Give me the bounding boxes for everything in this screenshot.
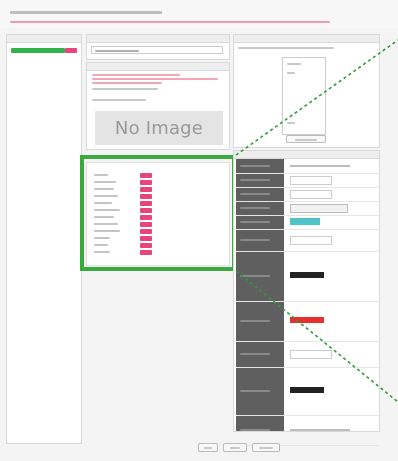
property-label <box>240 353 270 355</box>
settings-select-list[interactable] <box>282 57 326 135</box>
no-image-text: No Image <box>114 117 204 139</box>
page-title <box>10 11 162 14</box>
property-label <box>240 179 270 181</box>
preview-button[interactable] <box>252 443 280 452</box>
cancel-button[interactable] <box>198 443 218 452</box>
property-control <box>290 165 350 167</box>
settings-panel <box>233 34 380 148</box>
property-label <box>240 207 270 209</box>
property-row <box>236 301 379 342</box>
list-panel <box>6 34 82 444</box>
property-control[interactable] <box>290 176 332 185</box>
property-label <box>240 165 270 167</box>
no-image-placeholder: No Image <box>95 111 223 145</box>
notice-text <box>10 21 330 23</box>
property-label <box>240 193 270 195</box>
property-control <box>290 429 350 431</box>
image-info-1 <box>92 88 158 90</box>
property-control[interactable] <box>290 272 324 278</box>
property-control[interactable] <box>290 204 348 213</box>
property-label <box>240 221 270 223</box>
property-row <box>236 187 379 202</box>
property-label <box>240 239 270 241</box>
properties-panel <box>233 150 380 446</box>
save-button[interactable] <box>223 443 247 452</box>
property-row <box>236 341 379 368</box>
property-row <box>236 173 379 188</box>
property-row <box>236 251 379 302</box>
property-row <box>236 215 379 230</box>
image-note-2 <box>92 78 218 80</box>
image-panel: No Image <box>86 62 230 150</box>
properties-rows <box>236 159 379 446</box>
settings-apply-button[interactable] <box>286 135 326 143</box>
property-row <box>236 229 379 252</box>
page-header <box>0 0 398 28</box>
image-info-2 <box>92 99 146 101</box>
settings-desc <box>238 47 334 49</box>
name-input[interactable] <box>91 46 223 54</box>
list-item-selected[interactable] <box>11 48 77 53</box>
property-row <box>236 415 379 446</box>
property-label <box>240 429 270 431</box>
name-panel <box>86 34 230 60</box>
property-label <box>240 390 270 392</box>
property-label <box>240 320 270 322</box>
property-control[interactable] <box>290 387 324 393</box>
property-control[interactable] <box>290 218 320 225</box>
image-note-3 <box>92 82 162 84</box>
list-panel-header <box>7 35 81 43</box>
property-control[interactable] <box>290 236 332 245</box>
property-row <box>236 367 379 416</box>
property-control[interactable] <box>290 317 324 323</box>
highlight-box <box>80 155 236 271</box>
image-note-1 <box>92 74 180 76</box>
property-control[interactable] <box>290 190 332 199</box>
property-row <box>236 201 379 216</box>
property-row <box>236 159 379 174</box>
property-control[interactable] <box>290 350 332 359</box>
property-label <box>240 275 270 277</box>
